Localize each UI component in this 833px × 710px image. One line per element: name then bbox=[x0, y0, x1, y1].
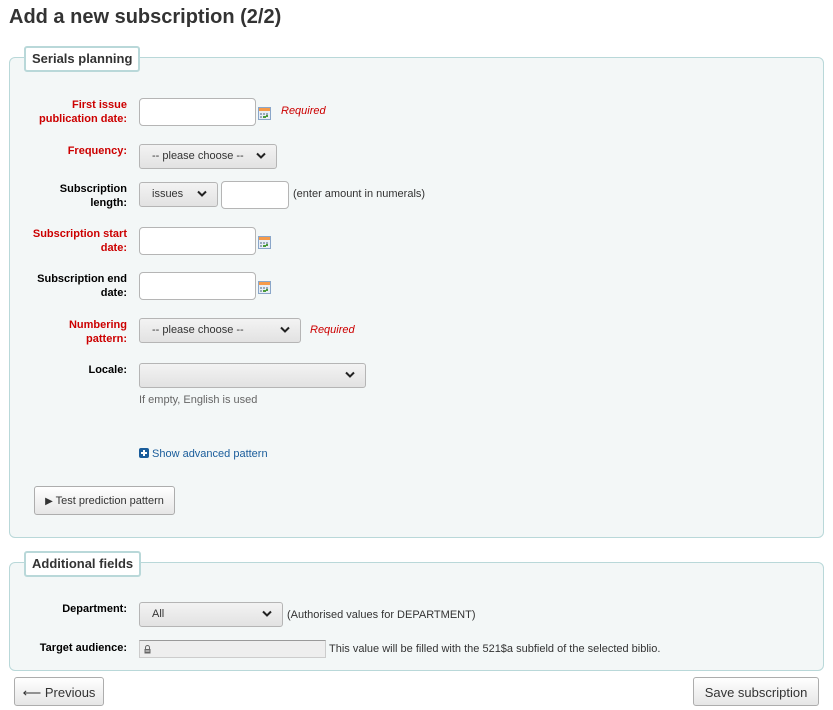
show-advanced-pattern-link[interactable]: Show advanced pattern bbox=[139, 448, 268, 460]
play-icon: ▶ bbox=[45, 496, 53, 507]
chevron-down-icon bbox=[262, 610, 272, 617]
chevron-down-icon bbox=[280, 326, 290, 333]
subscription-length-label: Subscription length: bbox=[59, 183, 127, 209]
save-subscription-button[interactable]: Save subscription bbox=[693, 677, 819, 706]
additional-fields-legend: Additional fields bbox=[24, 551, 142, 577]
first-issue-required: Required bbox=[281, 105, 326, 117]
chevron-down-icon bbox=[197, 190, 207, 197]
frequency-label: Frequency: bbox=[67, 145, 127, 157]
end-date-label: Subscription end date: bbox=[37, 273, 127, 299]
first-issue-date-input[interactable] bbox=[139, 98, 256, 126]
additional-fields-fieldset: Additional fields Department: All (Autho… bbox=[9, 551, 824, 671]
page-title: Add a new subscription (2/2) bbox=[9, 6, 282, 28]
locale-label: Locale: bbox=[88, 364, 127, 376]
length-amount-input[interactable] bbox=[221, 181, 289, 209]
test-prediction-pattern-button[interactable]: ▶ Test prediction pattern bbox=[34, 486, 175, 515]
plus-square-icon bbox=[139, 448, 149, 458]
locale-select[interactable] bbox=[139, 363, 366, 388]
arrow-left-icon: ⟵ bbox=[22, 685, 42, 700]
length-unit-select[interactable]: issues bbox=[139, 182, 218, 207]
previous-button[interactable]: ⟵ Previous bbox=[14, 677, 104, 706]
length-hint: (enter amount in numerals) bbox=[293, 188, 426, 200]
start-date-input[interactable] bbox=[139, 227, 256, 255]
calendar-icon[interactable] bbox=[258, 236, 271, 249]
frequency-select[interactable]: -- please choose -- bbox=[139, 144, 277, 169]
calendar-icon[interactable] bbox=[258, 107, 271, 120]
chevron-down-icon bbox=[345, 371, 355, 378]
start-date-label: Subscription start date: bbox=[32, 228, 127, 254]
department-label: Department: bbox=[62, 603, 127, 615]
numbering-pattern-required: Required bbox=[310, 324, 355, 336]
target-audience-hint: This value will be filled with the 521$a… bbox=[329, 643, 661, 655]
end-date-input[interactable] bbox=[139, 272, 256, 300]
lock-icon bbox=[144, 645, 151, 654]
chevron-down-icon bbox=[256, 152, 266, 159]
locale-hint: If empty, English is used bbox=[139, 394, 258, 406]
department-hint: (Authorised values for DEPARTMENT) bbox=[287, 609, 476, 621]
target-audience-input bbox=[139, 640, 326, 658]
first-issue-label: First issue publication date: bbox=[39, 99, 127, 125]
numbering-pattern-label: Numbering pattern: bbox=[68, 319, 127, 345]
calendar-icon[interactable] bbox=[258, 281, 271, 294]
serials-planning-fieldset: Serials planning First issue publication… bbox=[9, 46, 824, 538]
department-select[interactable]: All bbox=[139, 602, 283, 627]
target-audience-label: Target audience: bbox=[39, 642, 127, 654]
serials-planning-legend: Serials planning bbox=[24, 46, 141, 72]
numbering-pattern-select[interactable]: -- please choose -- bbox=[139, 318, 301, 343]
